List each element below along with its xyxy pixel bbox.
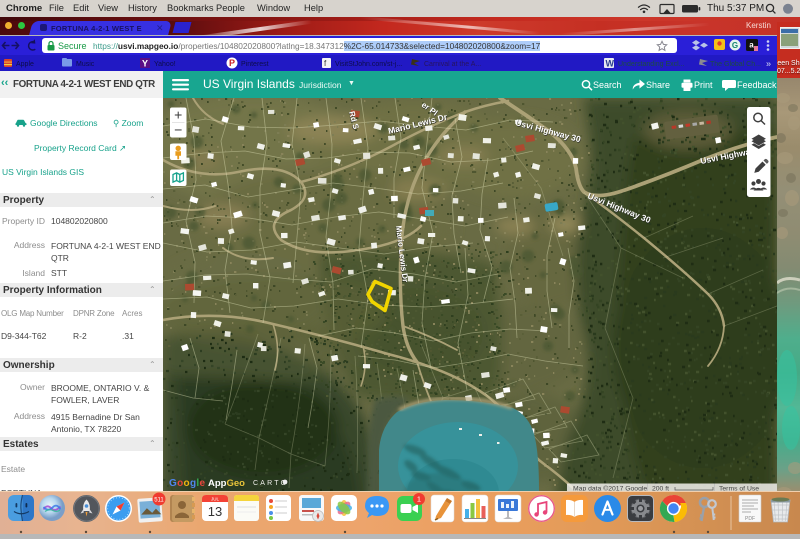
svg-text:Pinterest: Pinterest <box>241 61 269 68</box>
svg-text:Music: Music <box>76 61 95 68</box>
svg-text:Google: Google <box>169 478 205 489</box>
svg-text:13: 13 <box>208 504 222 519</box>
svg-text:Y: Y <box>142 59 148 69</box>
svg-text:The Global Ch...: The Global Ch... <box>710 61 761 68</box>
svg-text:Apple: Apple <box>16 61 34 68</box>
svg-text:»: » <box>766 59 771 69</box>
svg-text:Understanding Excl...: Understanding Excl... <box>618 61 685 68</box>
svg-text:Yahoo!: Yahoo! <box>154 61 176 68</box>
svg-text:+: + <box>174 106 182 122</box>
svg-text:a: a <box>749 41 754 50</box>
svg-text:JUL: JUL <box>211 497 219 502</box>
svg-text:AppGeo: AppGeo <box>208 478 245 489</box>
svg-text:1: 1 <box>417 495 421 504</box>
svg-text:−: − <box>174 121 182 137</box>
svg-text:VisitStJohn.com/st-j...: VisitStJohn.com/st-j... <box>335 61 402 68</box>
svg-text:Carnival at the A...: Carnival at the A... <box>424 61 481 68</box>
svg-text:G: G <box>732 41 738 50</box>
svg-text:W: W <box>606 59 615 69</box>
svg-text:511: 511 <box>154 498 164 504</box>
svg-text:P: P <box>229 58 235 68</box>
svg-text:PDF: PDF <box>745 516 755 522</box>
